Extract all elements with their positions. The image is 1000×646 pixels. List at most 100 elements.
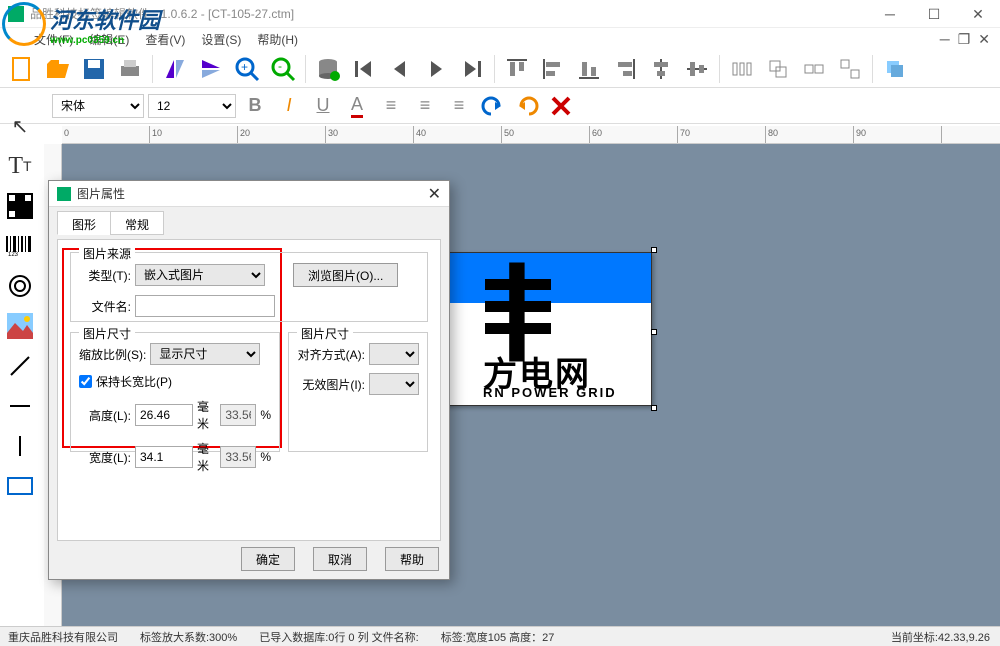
- height-pct: [220, 404, 256, 426]
- size-button[interactable]: [762, 53, 794, 85]
- window-maximize[interactable]: ☐: [912, 0, 956, 28]
- group-source-label: 图片来源: [79, 245, 135, 262]
- dialog-icon: [57, 187, 71, 201]
- height-input[interactable]: [135, 404, 193, 426]
- align-top-button[interactable]: [501, 53, 533, 85]
- mdi-minimize[interactable]: ─: [940, 31, 950, 48]
- window-close[interactable]: ✕: [956, 0, 1000, 28]
- menu-help[interactable]: 帮助(H): [257, 31, 298, 48]
- flip-h-button[interactable]: [159, 53, 191, 85]
- image-properties-dialog: 图片属性 ✕ 图形 常规 图片来源 类型(T): 嵌入式图片 浏览图片(O)..…: [48, 180, 450, 580]
- print-button[interactable]: [114, 53, 146, 85]
- unit-mm-1: 毫米: [197, 398, 216, 432]
- keep-ratio-checkbox[interactable]: [79, 375, 92, 388]
- image-tool[interactable]: [4, 310, 36, 342]
- group-image-size-left: 图片尺寸 缩放比例(S): 显示尺寸 保持长宽比(P) 高度(L): 毫米 %: [70, 332, 280, 452]
- keep-ratio-label: 保持长宽比(P): [96, 373, 172, 390]
- font-family-select[interactable]: 宋体: [52, 94, 144, 118]
- open-button[interactable]: [42, 53, 74, 85]
- menu-edit[interactable]: 编辑(E): [89, 31, 129, 48]
- status-company: 重庆品胜科技有限公司: [8, 629, 118, 645]
- zoom-in-button[interactable]: +: [231, 53, 263, 85]
- font-size-select[interactable]: 12: [148, 94, 236, 118]
- align-bottom-button[interactable]: [573, 53, 605, 85]
- align-center-text-button[interactable]: ≡: [410, 91, 440, 121]
- width-input[interactable]: [135, 446, 193, 468]
- filename-label: 文件名:: [79, 298, 131, 315]
- pointer-tool[interactable]: ↖: [4, 110, 36, 142]
- invalid-select[interactable]: [369, 373, 419, 395]
- scale-select[interactable]: 显示尺寸: [150, 343, 260, 365]
- align-left-text-button[interactable]: ≡: [376, 91, 406, 121]
- italic-button[interactable]: I: [274, 91, 304, 121]
- rect-tool[interactable]: [4, 470, 36, 502]
- align-left-button[interactable]: [537, 53, 569, 85]
- font-toolbar: 宋体 12 B I U A ≡ ≡ ≡: [0, 88, 1000, 124]
- dialog-titlebar[interactable]: 图片属性 ✕: [49, 181, 449, 207]
- status-label-size: 标签:宽度105 高度：27: [441, 629, 555, 645]
- menu-view[interactable]: 查看(V): [145, 31, 185, 48]
- filename-input[interactable]: [135, 295, 275, 317]
- help-button[interactable]: 帮助: [385, 547, 439, 571]
- type-label: 类型(T):: [79, 267, 131, 284]
- group-button[interactable]: [798, 53, 830, 85]
- dialog-title: 图片属性: [77, 185, 125, 202]
- scale-label: 缩放比例(S):: [79, 346, 146, 363]
- spiral-tool[interactable]: [4, 270, 36, 302]
- svg-text:123: 123: [8, 252, 19, 256]
- zoom-out-button[interactable]: -: [267, 53, 299, 85]
- menu-file[interactable]: 文件(F): [34, 31, 73, 48]
- nav-last-button[interactable]: [456, 53, 488, 85]
- nav-next-button[interactable]: [420, 53, 452, 85]
- new-button[interactable]: [6, 53, 38, 85]
- hline-tool[interactable]: [4, 390, 36, 422]
- dialog-close-button[interactable]: ✕: [428, 184, 441, 204]
- flip-v-button[interactable]: [195, 53, 227, 85]
- type-select[interactable]: 嵌入式图片: [135, 264, 265, 286]
- title-bar: 品胜科技标签编辑软件 - 1.0.6.2 - [CT-105-27.ctm] ─…: [0, 0, 1000, 28]
- nav-first-button[interactable]: [348, 53, 380, 85]
- main-toolbar: + -: [0, 50, 1000, 88]
- cancel-button[interactable]: 取消: [313, 547, 367, 571]
- database-button[interactable]: [312, 53, 344, 85]
- status-coord: 当前坐标:42.33,9.26: [891, 629, 990, 645]
- mdi-close[interactable]: ✕: [978, 31, 990, 48]
- ok-button[interactable]: 确定: [241, 547, 295, 571]
- invalid-label: 无效图片(I):: [297, 376, 365, 393]
- delete-button[interactable]: [546, 91, 576, 121]
- status-zoom: 标签放大系数:300%: [140, 629, 237, 645]
- align-center-h-button[interactable]: [645, 53, 677, 85]
- distribute-h-button[interactable]: [726, 53, 758, 85]
- status-db: 已导入数据库:0行 0 列 文件名称:: [259, 629, 419, 645]
- underline-button[interactable]: U: [308, 91, 338, 121]
- menu-settings[interactable]: 设置(S): [201, 31, 241, 48]
- copy-button[interactable]: [879, 53, 911, 85]
- align-right-text-button[interactable]: ≡: [444, 91, 474, 121]
- ungroup-button[interactable]: [834, 53, 866, 85]
- group-image-size-right: 图片尺寸 对齐方式(A): 无效图片(I):: [288, 332, 428, 452]
- nav-prev-button[interactable]: [384, 53, 416, 85]
- undo-button[interactable]: [478, 91, 508, 121]
- align-right-button[interactable]: [609, 53, 641, 85]
- group-size-right-label: 图片尺寸: [297, 325, 353, 342]
- qr-tool[interactable]: [4, 190, 36, 222]
- align-center-v-button[interactable]: [681, 53, 713, 85]
- align-label: 对齐方式(A):: [297, 346, 365, 363]
- tab-shape[interactable]: 图形: [57, 211, 111, 235]
- svg-text:-: -: [278, 59, 282, 73]
- browse-button[interactable]: 浏览图片(O)...: [293, 263, 398, 287]
- tab-general[interactable]: 常规: [110, 211, 164, 235]
- text-tool[interactable]: TT: [4, 150, 36, 182]
- window-minimize[interactable]: ─: [868, 0, 912, 28]
- save-button[interactable]: [78, 53, 110, 85]
- bold-button[interactable]: B: [240, 91, 270, 121]
- text-color-button[interactable]: A: [342, 91, 372, 121]
- redo-button[interactable]: [512, 91, 542, 121]
- line-tool[interactable]: [4, 350, 36, 382]
- align-select[interactable]: [369, 343, 419, 365]
- width-pct: [220, 446, 256, 468]
- mdi-restore[interactable]: ❐: [958, 31, 971, 48]
- barcode-tool[interactable]: 123: [4, 230, 36, 262]
- dialog-buttons: 确定 取消 帮助: [241, 547, 439, 571]
- vline-tool[interactable]: [4, 430, 36, 462]
